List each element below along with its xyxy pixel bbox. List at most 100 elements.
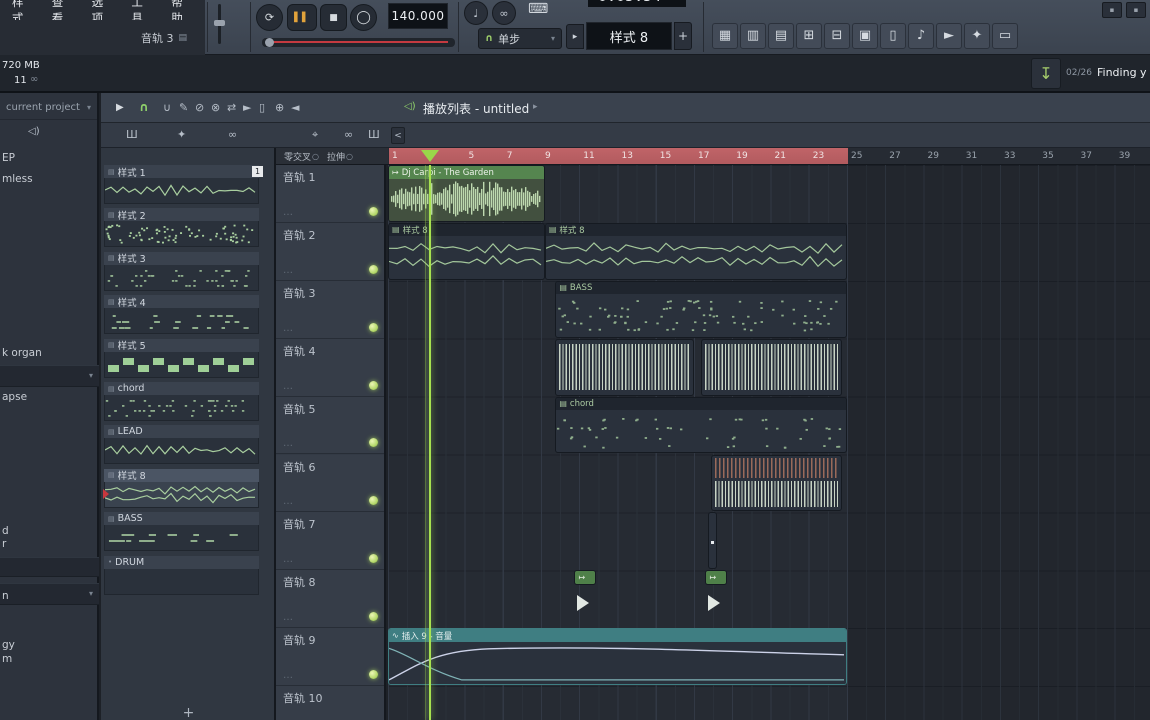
tempo-display[interactable]: 140.000 <box>388 3 448 29</box>
panel-button-2[interactable]: ▪ <box>1126 2 1146 18</box>
pattern-item-header[interactable]: ▤ 样式 5 <box>104 338 259 352</box>
slider-knob[interactable] <box>214 20 225 26</box>
audio-option-toggle[interactable]: 零交叉 ○ <box>284 150 319 163</box>
pattern-preview[interactable] <box>104 264 259 291</box>
browser-item[interactable]: mless <box>2 173 33 185</box>
pattern-item[interactable]: ▤ 样式 5 <box>104 338 259 379</box>
picker-link-icon[interactable]: ∞ <box>228 128 237 141</box>
pattern-item[interactable]: ▤ BASS <box>104 512 259 552</box>
select-icon[interactable]: ► <box>243 101 251 114</box>
timeline-ruler[interactable]: 1 5 7 9 11 13 15 17 19 21 23 25 27 29 31 33 35 37 39 <box>388 148 1150 165</box>
playhead-line[interactable] <box>429 165 431 720</box>
clip-stripes[interactable] <box>701 339 842 395</box>
draw-icon[interactable]: ✎ <box>179 101 188 114</box>
track-options[interactable]: … <box>283 496 295 507</box>
collapse-icon[interactable]: < <box>391 127 405 144</box>
picker-star-icon[interactable]: ✦ <box>177 128 186 141</box>
browser-item[interactable]: gy <box>2 639 15 651</box>
clip-dual-stripes[interactable] <box>712 455 842 511</box>
pattern-add-button[interactable]: + <box>674 22 692 50</box>
pattern-preview[interactable] <box>104 308 259 335</box>
track-header-row[interactable]: 音轨 9… <box>276 628 384 687</box>
pattern-item-header[interactable]: • DRUM <box>104 555 259 569</box>
clip-mini-audio[interactable]: ↦ <box>706 571 726 626</box>
clip-automation[interactable]: ∿ 插入 9 - 音量 <box>389 629 846 685</box>
clip-mini-audio[interactable]: ↦ <box>575 571 595 626</box>
touch-button[interactable]: ✦ <box>964 22 990 49</box>
pattern-item[interactable]: ▤ 样式 2 <box>104 208 259 248</box>
pattern-item-header[interactable]: ▤ 样式 1 <box>104 165 259 179</box>
pattern-preview[interactable] <box>104 525 259 552</box>
pattern-preview[interactable] <box>104 438 259 465</box>
pattern-item[interactable]: ▤ chord <box>104 382 259 422</box>
playlist-button[interactable]: ▦ <box>712 22 738 49</box>
browser-item[interactable]: EP <box>2 152 15 164</box>
speaker-icon[interactable]: ◁) <box>404 101 416 112</box>
track-options[interactable]: … <box>283 438 295 449</box>
pattern-item-header[interactable]: ▤ 样式 8 <box>104 468 259 482</box>
slip-icon[interactable]: ⇄ <box>227 101 236 114</box>
magnet-icon[interactable]: ∪ <box>163 101 171 114</box>
browser-item[interactable]: m <box>2 653 12 665</box>
browser-item[interactable]: apse <box>2 391 27 403</box>
pattern-preview[interactable] <box>104 568 259 595</box>
track-header-row[interactable]: 音轨 7… <box>276 512 384 571</box>
zoom-icon[interactable]: ⊕ <box>275 101 284 114</box>
step-mode-dropdown[interactable]: ∩ 单步 ▾ <box>478 28 562 49</box>
pattern-item-header[interactable]: ▤ 样式 3 <box>104 251 259 265</box>
plugin-button[interactable]: ♪ <box>908 22 934 49</box>
browser-item[interactable]: k organ <box>2 347 42 359</box>
headphones-icon[interactable]: ∩ <box>139 100 149 114</box>
pattern-item[interactable]: ▤ 样式 8 <box>103 468 259 509</box>
browser-category-band[interactable]: ▾ <box>0 365 99 387</box>
step-editor-button[interactable]: ⊞ <box>796 22 822 49</box>
track-mode-icon[interactable]: Ш <box>368 128 380 141</box>
selected-track-display[interactable]: 音轨 3 ▤ <box>0 20 205 55</box>
browser-category-band[interactable]: ▾ <box>0 583 99 605</box>
track-options[interactable]: … <box>283 323 295 334</box>
track-header-row[interactable]: 音轨 10… <box>276 686 384 720</box>
document-button[interactable]: ▯ <box>880 22 906 49</box>
track-options[interactable]: … <box>283 207 295 218</box>
browser-category-band[interactable] <box>0 557 99 577</box>
pattern-item-header[interactable]: ▤ BASS <box>104 512 259 526</box>
slice-icon[interactable]: ▯ <box>259 101 265 114</box>
track-options[interactable]: … <box>283 554 295 565</box>
track-mute-led[interactable] <box>369 322 378 332</box>
track-mute-led[interactable] <box>369 380 378 390</box>
shuffle-slider[interactable] <box>262 38 455 47</box>
channel-rack-button[interactable]: ▤ <box>768 22 794 49</box>
pattern-item[interactable]: ▤ LEAD <box>104 425 259 465</box>
link-tool-icon[interactable]: ∞ <box>344 128 353 141</box>
record-button[interactable]: ◯ <box>350 4 377 31</box>
pattern-item[interactable]: ▤ 样式 4 <box>104 295 259 335</box>
monitor-button[interactable]: ▭ <box>992 22 1018 49</box>
track-header-row[interactable]: 音轨 8… <box>276 570 384 629</box>
event-editor-button[interactable]: ▣ <box>852 22 878 49</box>
clip-pattern[interactable]: ▤ 样式 8 <box>389 223 544 279</box>
play-icon[interactable]: ▶ <box>116 102 124 113</box>
export-button[interactable]: ► <box>936 22 962 49</box>
track-mute-led[interactable] <box>369 206 378 216</box>
browser-item[interactable]: d <box>2 525 9 537</box>
track-header-row[interactable]: 音轨 5… <box>276 396 384 455</box>
song-loop-button[interactable]: ⟳ <box>256 4 283 31</box>
mixer-button[interactable]: ▥ <box>740 22 766 49</box>
pattern-item[interactable]: • DRUM <box>104 555 259 596</box>
pattern-preview[interactable] <box>104 351 259 378</box>
browser-item[interactable]: n <box>2 590 9 602</box>
track-header-row[interactable]: 音轨 3… <box>276 280 384 339</box>
delete-icon[interactable]: ⊘ <box>195 101 204 114</box>
playhead-marker[interactable] <box>421 150 439 162</box>
track-header-row[interactable]: 音轨 1… <box>276 165 384 223</box>
main-volume-slider[interactable] <box>212 2 226 48</box>
pattern-item-header[interactable]: ▤ 样式 4 <box>104 295 259 309</box>
clip-pattern[interactable]: ▤ 样式 8 <box>545 223 846 279</box>
metronome-button[interactable]: ♩ <box>464 1 488 25</box>
pattern-item-header[interactable]: ▤ chord <box>104 382 259 395</box>
track-options[interactable]: … <box>283 265 295 276</box>
panel-button-1[interactable]: ▪ <box>1102 2 1122 18</box>
track-mute-led[interactable] <box>369 554 378 564</box>
pattern-item[interactable]: ▤ 样式 1 <box>104 165 259 205</box>
track-mute-led[interactable] <box>369 264 378 274</box>
